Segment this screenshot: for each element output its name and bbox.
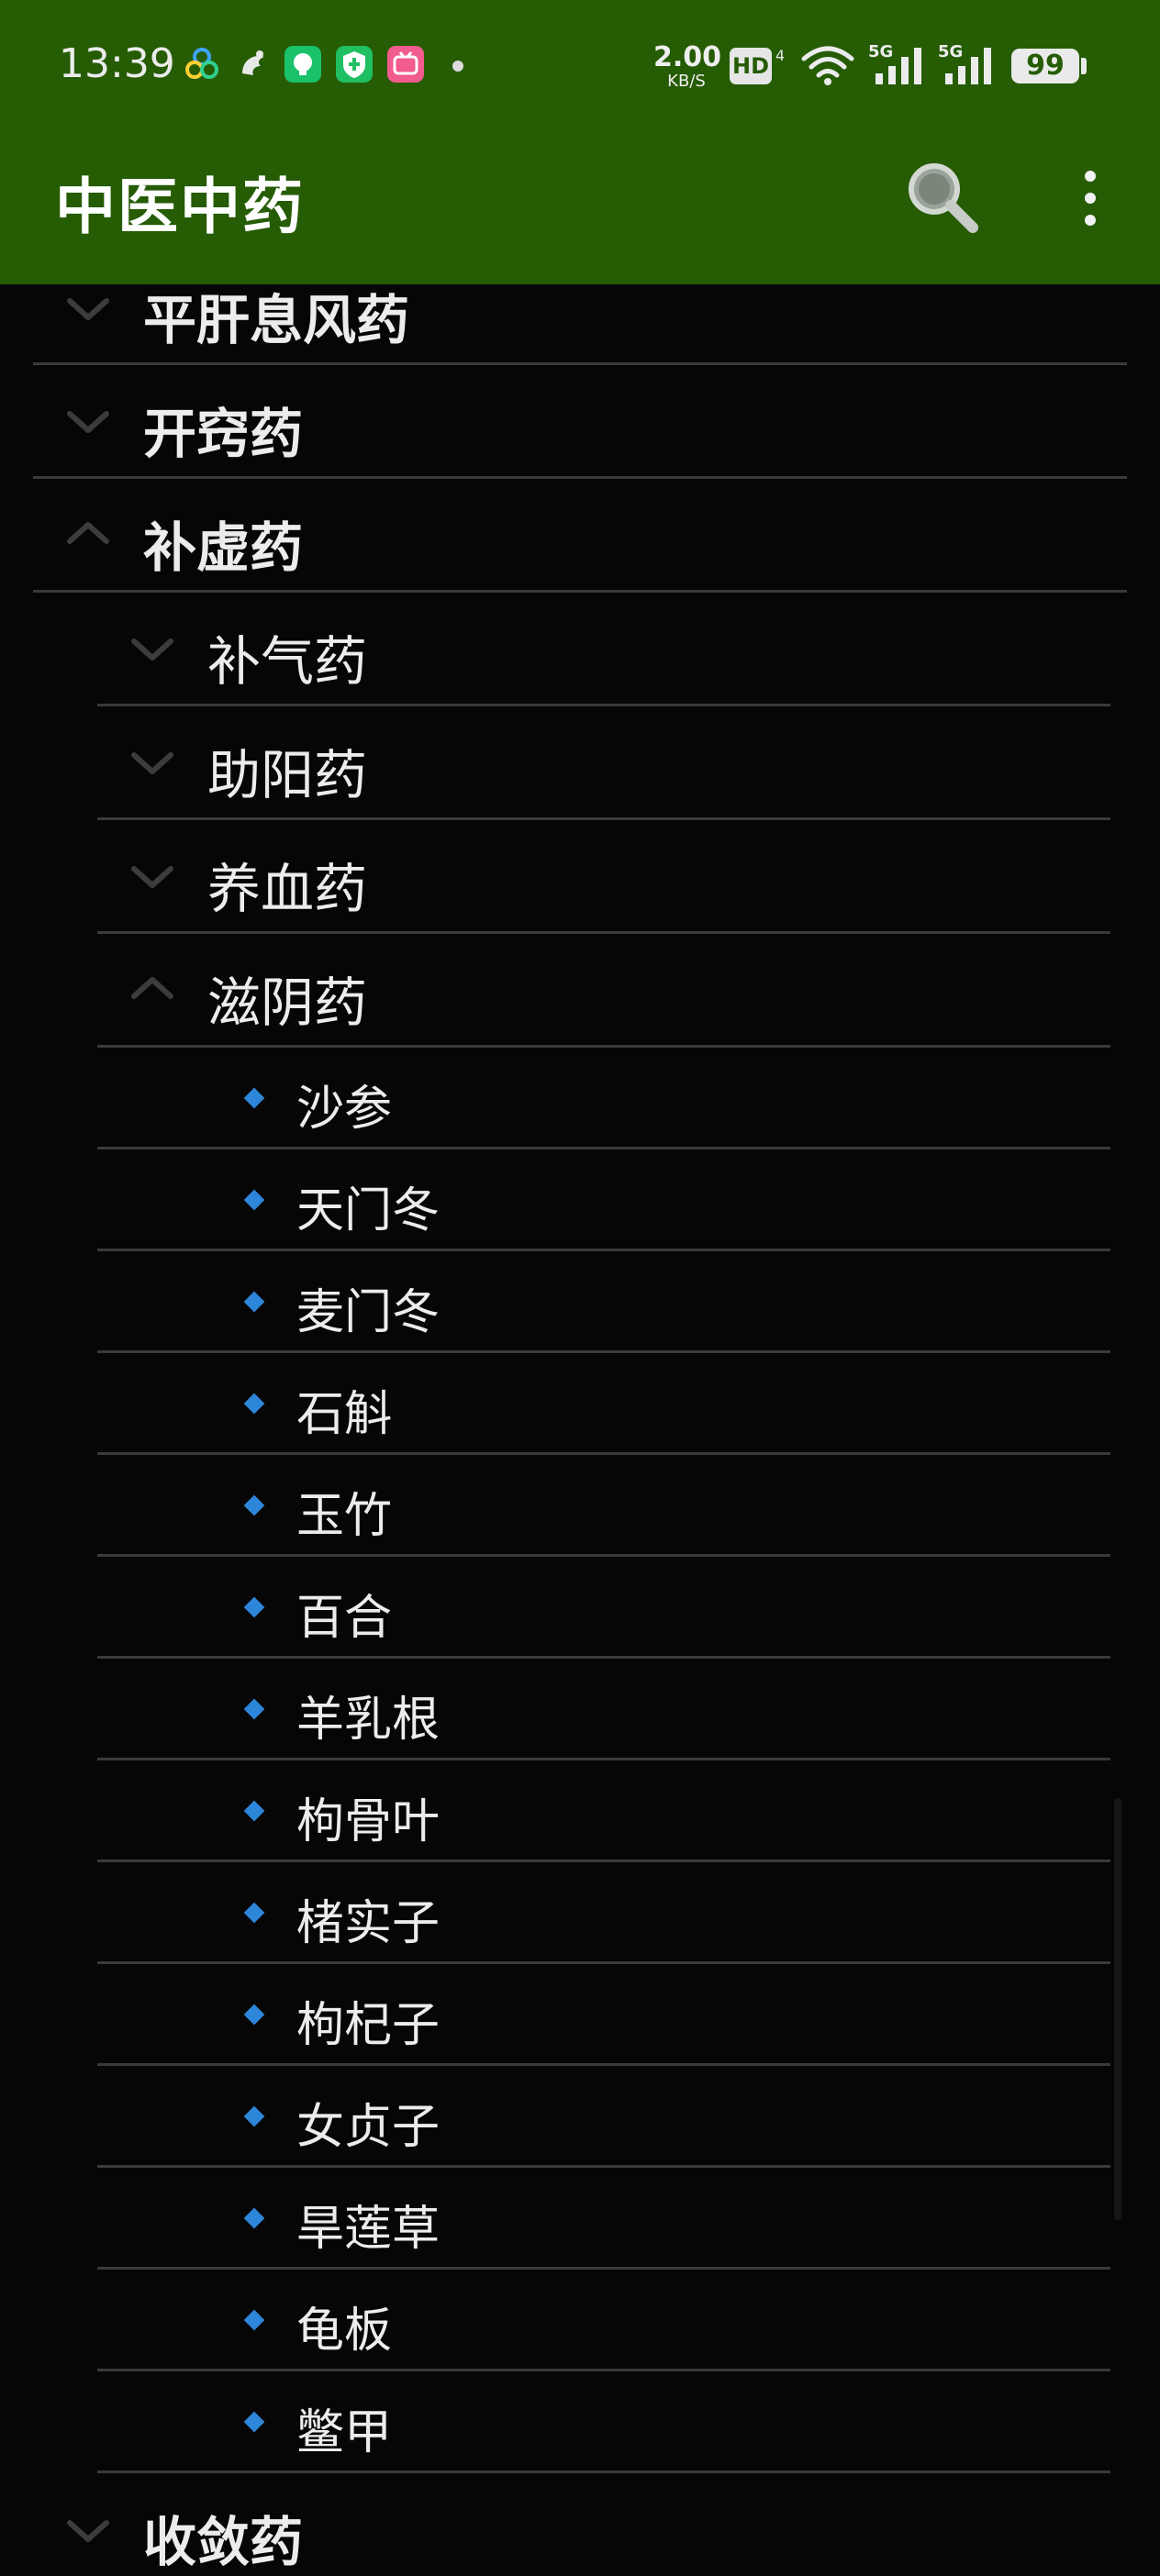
battery-level: 99 — [1011, 49, 1079, 83]
bullet-diamond-icon — [243, 2004, 265, 2026]
herb-label: 旱莲草 — [296, 2202, 441, 2257]
scrollbar[interactable] — [1114, 1798, 1121, 2220]
more-notifications-dot — [452, 61, 463, 72]
video-app-icon — [387, 46, 424, 83]
hd-sim-indicator: 4 — [775, 48, 785, 64]
herb-tree-list: 平肝息风药 开窍药 补虚药 补气药 助阳药 养血药 滋阴药 沙参 天门冬 麦门冬… — [0, 0, 1160, 2573]
chevron-up-icon — [64, 519, 112, 547]
chevron-down-icon — [64, 295, 112, 323]
herb-row[interactable]: 天门冬 — [0, 1149, 1160, 1251]
herb-row[interactable]: 麦门冬 — [0, 1251, 1160, 1353]
herb-row[interactable]: 百合 — [0, 1557, 1160, 1659]
herb-row[interactable]: 羊乳根 — [0, 1659, 1160, 1760]
hd-badge: HD — [730, 48, 772, 84]
network-speed-value: 2.00 — [653, 41, 722, 73]
bullet-diamond-icon — [243, 1596, 265, 1618]
bullet-diamond-icon — [243, 2411, 265, 2433]
herb-label: 女贞子 — [296, 2100, 441, 2155]
bullet-diamond-icon — [243, 2309, 265, 2331]
battery-icon — [1081, 58, 1087, 74]
herb-row[interactable]: 旱莲草 — [0, 2168, 1160, 2270]
app-header: 13:39 2.00 KB/S HD 4 5G 5G 99 中医中药 — [0, 0, 1160, 284]
herb-label: 楮实子 — [296, 1896, 441, 1951]
subcategory-label: 养血药 — [207, 858, 368, 920]
page-title: 中医中药 — [55, 172, 305, 242]
category-label: 平肝息风药 — [143, 289, 410, 351]
subcategory-row-buqi[interactable]: 补气药 — [0, 593, 1160, 706]
herb-row[interactable]: 楮实子 — [0, 1862, 1160, 1964]
chat-app-icon — [284, 46, 321, 83]
subcategory-label: 滋阴药 — [207, 972, 368, 1034]
subcategory-label: 补气药 — [207, 630, 368, 693]
subcategory-row-ziyin[interactable]: 滋阴药 — [0, 934, 1160, 1048]
herb-label: 枸杞子 — [296, 1998, 441, 2053]
herb-label: 天门冬 — [296, 1183, 441, 1238]
category-row-kaiqiao[interactable]: 开窍药 — [0, 365, 1160, 479]
subcategory-label: 助阳药 — [207, 744, 368, 806]
herb-label: 百合 — [296, 1591, 393, 1646]
bullet-diamond-icon — [243, 1189, 265, 1211]
herb-row[interactable]: 鳖甲 — [0, 2371, 1160, 2473]
subcategory-row-zhuyang[interactable]: 助阳药 — [0, 706, 1160, 820]
chevron-down-icon — [128, 636, 176, 663]
more-dot — [1085, 171, 1096, 182]
bullet-diamond-icon — [243, 1800, 265, 1822]
category-label: 开窍药 — [143, 403, 304, 465]
herb-row[interactable]: 女贞子 — [0, 2066, 1160, 2168]
paw-app-icon — [235, 46, 272, 83]
chevron-down-icon — [64, 408, 112, 436]
chevron-up-icon — [128, 974, 176, 1002]
bullet-diamond-icon — [243, 1087, 265, 1109]
herb-label: 麦门冬 — [296, 1285, 441, 1340]
clock: 13:39 — [59, 40, 175, 87]
bullet-diamond-icon — [243, 2105, 265, 2127]
status-bar: 13:39 2.00 KB/S HD 4 5G 5G 99 — [0, 0, 1160, 138]
herb-row[interactable]: 沙参 — [0, 1048, 1160, 1149]
network-speed-unit: KB/S — [667, 72, 706, 91]
search-icon[interactable] — [898, 152, 986, 240]
bullet-diamond-icon — [243, 1494, 265, 1516]
bullet-diamond-icon — [243, 1393, 265, 1415]
herb-row[interactable]: 龟板 — [0, 2270, 1160, 2371]
chevron-down-icon — [128, 749, 176, 777]
chevron-down-icon — [64, 2517, 112, 2545]
shield-app-icon — [336, 46, 373, 83]
herb-label: 玉竹 — [296, 1489, 393, 1544]
herb-label: 枸骨叶 — [296, 1794, 441, 1849]
signal-1-icon — [870, 44, 929, 86]
bullet-diamond-icon — [243, 1291, 265, 1313]
bullet-diamond-icon — [243, 1902, 265, 1924]
more-vert-icon[interactable] — [1065, 156, 1116, 239]
wifi-icon — [800, 42, 855, 88]
category-row-buxu[interactable]: 补虚药 — [0, 479, 1160, 593]
category-row-shoulian[interactable]: 收敛药 — [0, 2473, 1160, 2573]
bullet-diamond-icon — [243, 2207, 265, 2229]
herb-row[interactable]: 石斛 — [0, 1353, 1160, 1455]
herb-label: 龟板 — [296, 2304, 393, 2359]
herb-row[interactable]: 枸杞子 — [0, 1964, 1160, 2066]
category-row-pinggan[interactable]: 平肝息风药 — [0, 275, 1160, 365]
chevron-down-icon — [128, 863, 176, 891]
herb-row[interactable]: 玉竹 — [0, 1455, 1160, 1557]
herb-row[interactable]: 枸骨叶 — [0, 1760, 1160, 1862]
bullet-diamond-icon — [243, 1698, 265, 1720]
herb-label: 鳖甲 — [296, 2405, 393, 2460]
category-label: 补虚药 — [143, 516, 304, 579]
more-dot — [1085, 193, 1096, 204]
link-app-icon — [184, 46, 220, 83]
network-speed: 2.00 KB/S — [653, 41, 722, 91]
herb-label: 羊乳根 — [296, 1693, 441, 1748]
hd-sim-number: 4 — [775, 47, 786, 64]
signal-2-icon — [940, 44, 998, 86]
herb-label: 石斛 — [296, 1387, 393, 1442]
herb-label: 沙参 — [296, 1082, 393, 1137]
more-dot — [1085, 215, 1096, 226]
category-label: 收敛药 — [143, 2511, 304, 2573]
subcategory-row-yangxue[interactable]: 养血药 — [0, 820, 1160, 934]
